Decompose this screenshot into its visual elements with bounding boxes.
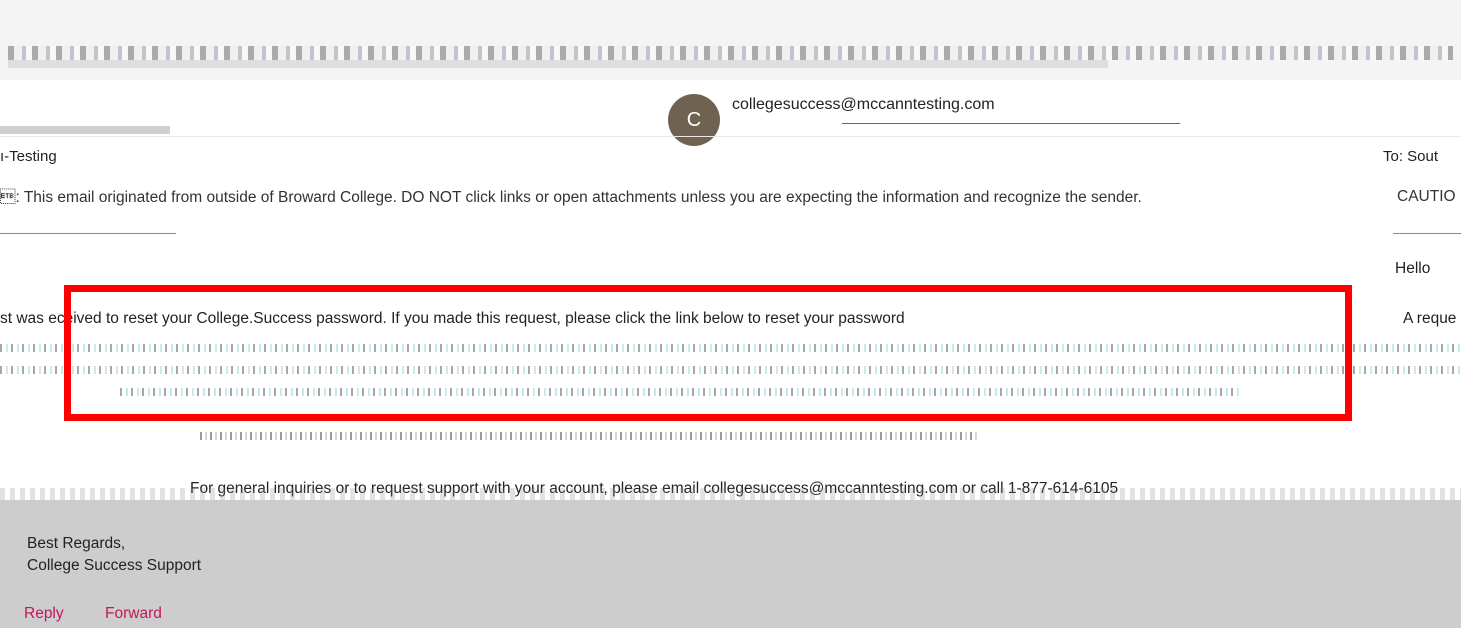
timestamp-smudge: [0, 126, 170, 134]
caution-banner-text: : This email originated from outside of…: [0, 189, 1142, 206]
sender-email-underline: [842, 123, 1180, 124]
forward-link[interactable]: Forward: [105, 605, 162, 623]
annotation-highlight-box: [64, 285, 1352, 421]
closing-text: Best Regards,: [27, 535, 126, 552]
greeting-text: Hello: [1395, 260, 1431, 277]
reset-request-text-right: A reque: [1403, 310, 1457, 327]
caution-rule-left: [0, 233, 176, 234]
caution-rule-right: [1393, 233, 1461, 234]
reply-link[interactable]: Reply: [24, 605, 64, 623]
window-header: [0, 0, 1461, 80]
to-label: To: Sout: [1383, 148, 1439, 165]
sender-initial: C: [686, 108, 702, 131]
sender-avatar: C: [668, 94, 720, 146]
signature-band: [0, 500, 1461, 628]
sender-email[interactable]: collegesuccess@mccanntesting.com: [732, 96, 995, 114]
signature-text: College Success Support: [27, 557, 202, 574]
header-divider: [0, 136, 1461, 137]
header-garbled-line: [8, 60, 1108, 68]
caution-banner-text-right: CAUTIO: [1397, 188, 1456, 205]
from-label: ı-Testing: [0, 148, 57, 165]
footer-garbled-text: [200, 432, 980, 440]
footer-band-divider: [0, 488, 1461, 500]
header-garbled-text: [8, 46, 1453, 60]
